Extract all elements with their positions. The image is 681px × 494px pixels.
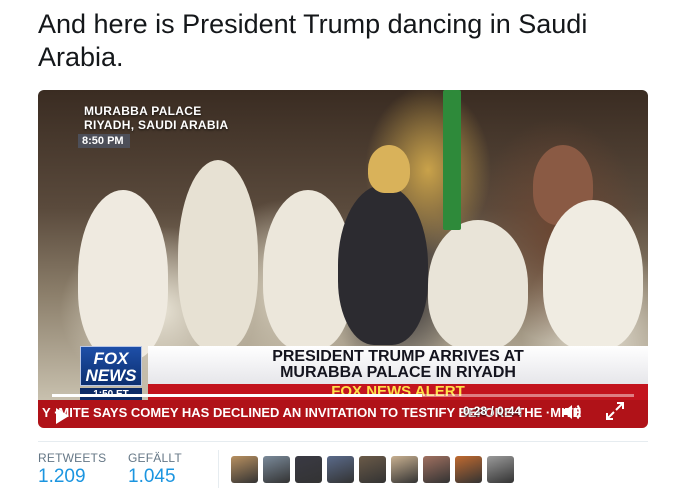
video-frame-figure: [338, 185, 428, 345]
video-frame-figure: [443, 90, 461, 230]
video-elapsed-time: 0:28 / 0:44: [463, 404, 522, 418]
avatar-2[interactable]: [263, 456, 290, 483]
location-line-1: MURABBA PALACE: [84, 104, 202, 118]
location-overlay: MURABBA PALACE RIYADH, SAUDI ARABIA: [84, 104, 228, 132]
video-frame-figure: [78, 190, 168, 360]
local-time-badge: 8:50 PM: [78, 134, 130, 148]
fox-news-logo: FOX NEWS: [80, 346, 142, 386]
likes-count: 1.045: [128, 466, 176, 487]
likes-label: GEFÄLLT: [128, 451, 182, 465]
avatar-1[interactable]: [231, 456, 258, 483]
video-progress-bar[interactable]: [52, 394, 634, 397]
avatar-7[interactable]: [423, 456, 450, 483]
retweets-label: RETWEETS: [38, 451, 107, 465]
logo-line-1: FOX: [93, 349, 129, 368]
headline-line-2: MURABBA PALACE IN RIYADH: [280, 364, 516, 381]
news-alert-bar: FOX NEWS ALERT: [148, 384, 648, 400]
retweets-count: 1.209: [38, 466, 86, 487]
avatar-6[interactable]: [391, 456, 418, 483]
stats-divider: [38, 441, 648, 442]
headline-banner: PRESIDENT TRUMP ARRIVES AT MURABBA PALAC…: [148, 346, 648, 384]
liker-avatars: [231, 456, 514, 483]
volume-icon[interactable]: [561, 402, 583, 422]
stats-separator: [218, 450, 219, 488]
play-icon[interactable]: [56, 408, 69, 424]
avatar-8[interactable]: [455, 456, 482, 483]
logo-line-2: NEWS: [85, 366, 137, 385]
avatar-4[interactable]: [327, 456, 354, 483]
avatar-5[interactable]: [359, 456, 386, 483]
location-line-2: RIYADH, SAUDI ARABIA: [84, 118, 229, 132]
video-frame-figure: [368, 145, 410, 193]
avatar-9[interactable]: [487, 456, 514, 483]
fullscreen-icon[interactable]: [604, 400, 626, 422]
video-player[interactable]: MURABBA PALACE RIYADH, SAUDI ARABIA 8:50…: [38, 90, 648, 428]
tweet-text: And here is President Trump dancing in S…: [38, 9, 588, 72]
headline-line-1: PRESIDENT TRUMP ARRIVES AT: [272, 348, 524, 365]
video-frame-figure: [543, 200, 643, 350]
news-ticker: Y ·MITE SAYS COMEY HAS DECLINED AN INVIT…: [38, 400, 648, 428]
video-progress-fill: [52, 394, 423, 397]
video-frame-figure: [428, 220, 528, 350]
avatar-3[interactable]: [295, 456, 322, 483]
video-frame-figure: [178, 160, 258, 350]
